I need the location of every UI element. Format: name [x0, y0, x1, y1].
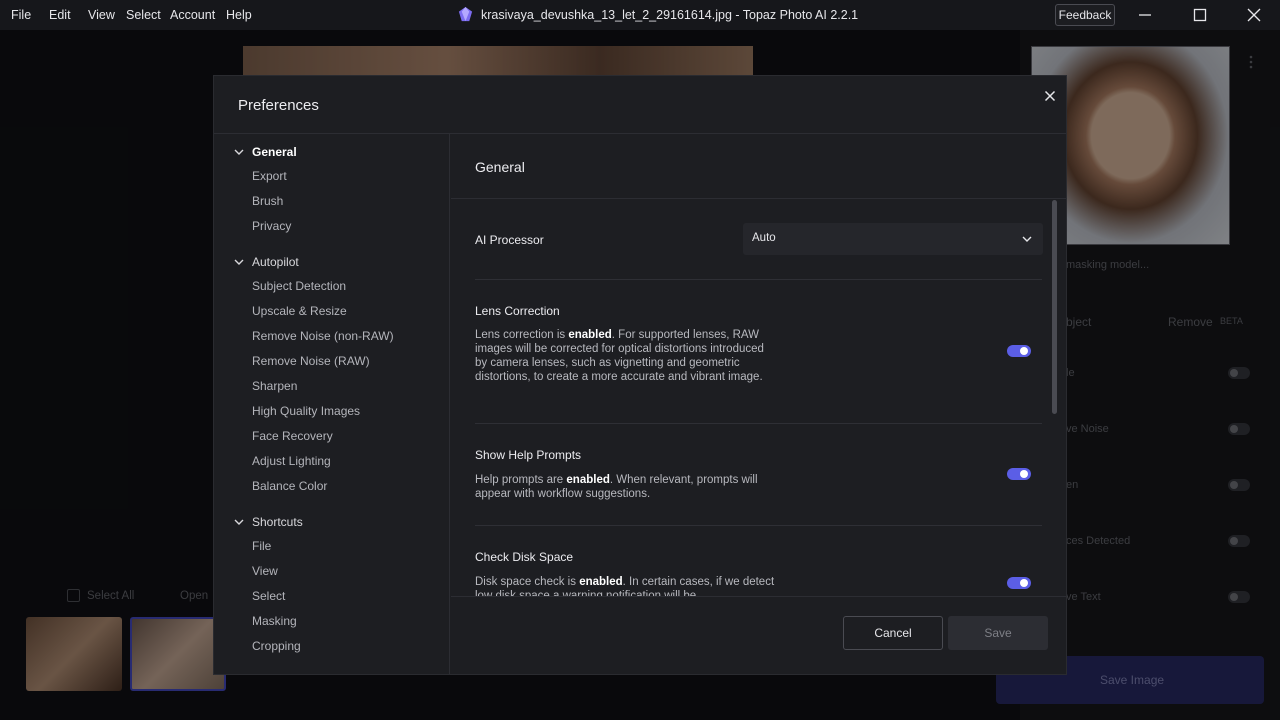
maximize-icon[interactable] — [1190, 5, 1210, 25]
window-title: krasivaya_devushka_13_let_2_29161614.jpg… — [481, 8, 859, 22]
feedback-button[interactable]: Feedback — [1055, 4, 1115, 26]
help-prompts-description: Help prompts are enabled. When relevant,… — [475, 474, 758, 500]
preferences-content: General AI Processor Auto Lens Correctio… — [451, 134, 1066, 674]
nav-item-brush[interactable]: Brush — [252, 194, 283, 208]
chevron-down-icon[interactable] — [234, 257, 244, 267]
nav-item-privacy[interactable]: Privacy — [252, 219, 291, 233]
save-button[interactable]: Save — [948, 616, 1048, 650]
cancel-button[interactable]: Cancel — [843, 616, 943, 650]
nav-item-upscale-resize[interactable]: Upscale & Resize — [252, 304, 347, 318]
nav-item-cropping[interactable]: Cropping — [252, 639, 301, 653]
menu-account[interactable]: Account — [170, 8, 215, 22]
footer-divider — [451, 596, 1066, 597]
nav-item-sharpen[interactable]: Sharpen — [252, 379, 297, 393]
nav-item-select[interactable]: Select — [252, 589, 285, 603]
disk-space-description: Disk space check is enabled. In certain … — [475, 576, 775, 596]
menu-view[interactable]: View — [88, 8, 115, 22]
nav-group-shortcuts[interactable]: Shortcuts — [252, 515, 303, 529]
help-prompts-toggle[interactable] — [1007, 468, 1031, 480]
topaz-logo-icon — [458, 6, 473, 22]
nav-group-general[interactable]: General — [252, 145, 297, 159]
nav-item-face-recovery[interactable]: Face Recovery — [252, 429, 333, 443]
close-icon[interactable] — [1040, 86, 1060, 106]
chevron-down-icon[interactable] — [234, 517, 244, 527]
menu-help[interactable]: Help — [226, 8, 252, 22]
title-bar: File Edit View Select Account Help krasi… — [0, 0, 1280, 30]
minimize-icon[interactable] — [1135, 5, 1155, 25]
nav-item-view[interactable]: View — [252, 564, 278, 578]
nav-item-export[interactable]: Export — [252, 169, 287, 183]
chevron-down-icon[interactable] — [234, 147, 244, 157]
section-title: General — [475, 159, 525, 175]
disk-space-label: Check Disk Space — [475, 550, 574, 564]
menu-select[interactable]: Select — [126, 8, 161, 22]
nav-item-remove-noise-raw[interactable]: Remove Noise (RAW) — [252, 354, 370, 368]
nav-item-file[interactable]: File — [252, 539, 271, 553]
lens-correction-label: Lens Correction — [475, 304, 560, 318]
menu-file[interactable]: File — [11, 8, 31, 22]
chevron-down-icon — [1022, 236, 1032, 242]
scrollbar[interactable] — [1052, 200, 1057, 414]
close-window-icon[interactable] — [1244, 5, 1264, 25]
nav-item-adjust-lighting[interactable]: Adjust Lighting — [252, 454, 331, 468]
settings-scroll-area[interactable]: AI Processor Auto Lens Correction Lens c… — [451, 199, 1066, 596]
help-prompts-label: Show Help Prompts — [475, 448, 582, 462]
settings-divider — [475, 423, 1042, 424]
ai-processor-value: Auto — [752, 232, 776, 244]
ai-processor-label: AI Processor — [475, 233, 544, 247]
menu-edit[interactable]: Edit — [49, 8, 71, 22]
nav-item-remove-noise-nonraw[interactable]: Remove Noise (non-RAW) — [252, 329, 394, 343]
settings-divider — [475, 279, 1042, 280]
disk-space-toggle[interactable] — [1007, 577, 1031, 589]
lens-correction-description: Lens correction is enabled. For supporte… — [475, 329, 764, 383]
nav-item-subject-detection[interactable]: Subject Detection — [252, 279, 346, 293]
preferences-sidebar: General Export Brush Privacy Autopilot S… — [214, 134, 450, 674]
lens-correction-toggle[interactable] — [1007, 345, 1031, 357]
ai-processor-select[interactable]: Auto — [743, 223, 1043, 255]
settings-divider — [475, 525, 1042, 526]
dialog-title: Preferences — [238, 97, 319, 114]
preferences-dialog: Preferences General Export Brush Privacy… — [213, 75, 1067, 675]
nav-group-autopilot[interactable]: Autopilot — [252, 255, 299, 269]
nav-item-high-quality-images[interactable]: High Quality Images — [252, 404, 360, 418]
nav-item-balance-color[interactable]: Balance Color — [252, 479, 327, 493]
nav-item-masking[interactable]: Masking — [252, 614, 297, 628]
